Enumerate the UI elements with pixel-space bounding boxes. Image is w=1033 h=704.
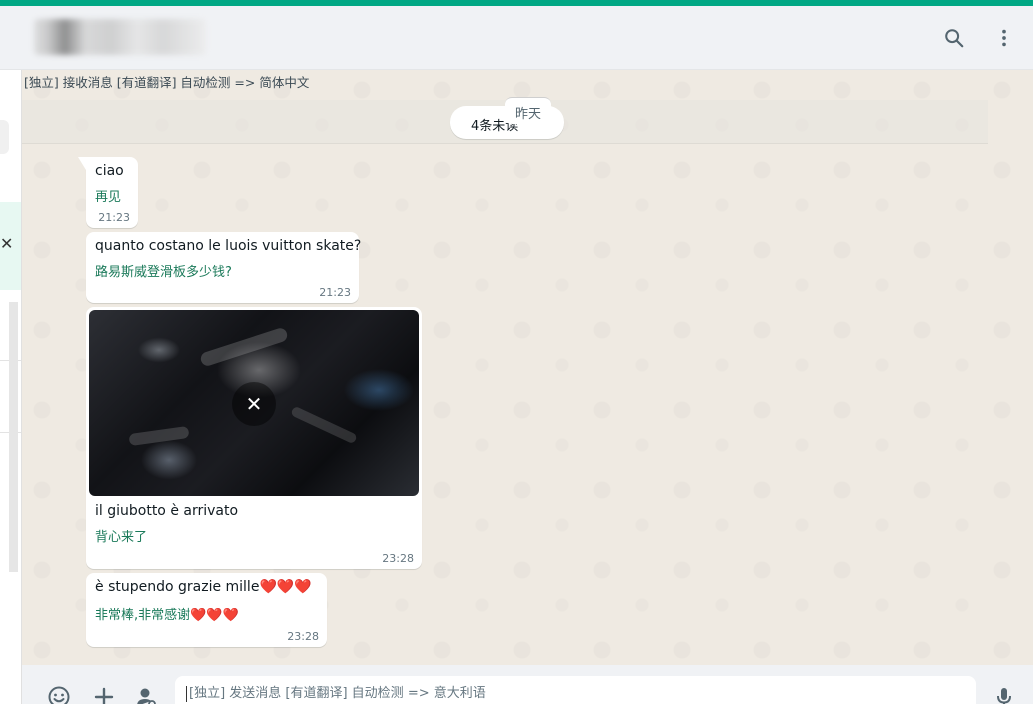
message-original-text: è stupendo grazie mille❤️❤️❤️ — [95, 579, 312, 595]
text-caret — [186, 686, 187, 702]
search-icon[interactable] — [943, 26, 965, 50]
date-divider: 昨天 — [505, 97, 551, 124]
message-bubble[interactable]: è stupendo grazie mille❤️❤️❤️ 非常棒,非常感谢❤️… — [86, 573, 327, 647]
message-composer — [22, 665, 1033, 704]
chat-messages-area[interactable]: [独立] 接收消息 [有道翻译] 自动检测 => 简体中文 4条未读 昨天 ci… — [22, 70, 1033, 665]
message-bubble[interactable]: ciao 再见 21:23 — [78, 157, 138, 228]
message-original-text: il giubotto è arrivato — [95, 503, 239, 519]
message-time: 21:23 — [319, 286, 351, 299]
message-bubble-image[interactable]: ✕ il giubotto è arrivato 背心来了 23:28 — [86, 307, 422, 569]
plus-icon[interactable] — [92, 685, 116, 704]
message-original-text: quanto costano le luois vuitton skate? — [95, 238, 362, 254]
message-input[interactable] — [175, 676, 976, 704]
message-translated-text: 路易斯威登滑板多少钱? — [95, 265, 232, 280]
close-icon[interactable]: ✕ — [0, 234, 13, 253]
chat-header — [0, 6, 1033, 70]
photo-highlight — [199, 326, 289, 368]
message-bubble[interactable]: quanto costano le luois vuitton skate? 路… — [86, 232, 362, 303]
chat-list-edge: ✕ — [0, 70, 22, 704]
scrollbar[interactable] — [9, 302, 18, 572]
message-translated-text: 再见 — [95, 190, 122, 205]
contact-name-blurred[interactable] — [34, 19, 206, 55]
more-vertical-icon[interactable] — [993, 26, 1015, 50]
bubble-tail — [78, 157, 86, 170]
message-translated-text: 背心来了 — [95, 530, 148, 545]
close-icon[interactable]: ✕ — [232, 382, 276, 426]
message-time: 23:28 — [382, 552, 414, 565]
chat-list-card-edge[interactable] — [0, 120, 9, 154]
contact-icon[interactable] — [134, 685, 158, 704]
photo-highlight — [128, 425, 190, 447]
message-photo[interactable]: ✕ — [89, 310, 419, 496]
message-original-text: ciao — [95, 163, 124, 179]
photo-highlight — [290, 405, 358, 445]
receive-translation-setting[interactable]: [独立] 接收消息 [有道翻译] 自动检测 => 简体中文 — [24, 72, 309, 91]
emoji-icon[interactable] — [47, 685, 71, 704]
message-translated-text: 非常棒,非常感谢❤️❤️❤️ — [95, 608, 239, 623]
message-time: 21:23 — [98, 211, 130, 224]
message-time: 23:28 — [287, 630, 319, 643]
microphone-icon[interactable] — [992, 685, 1016, 704]
